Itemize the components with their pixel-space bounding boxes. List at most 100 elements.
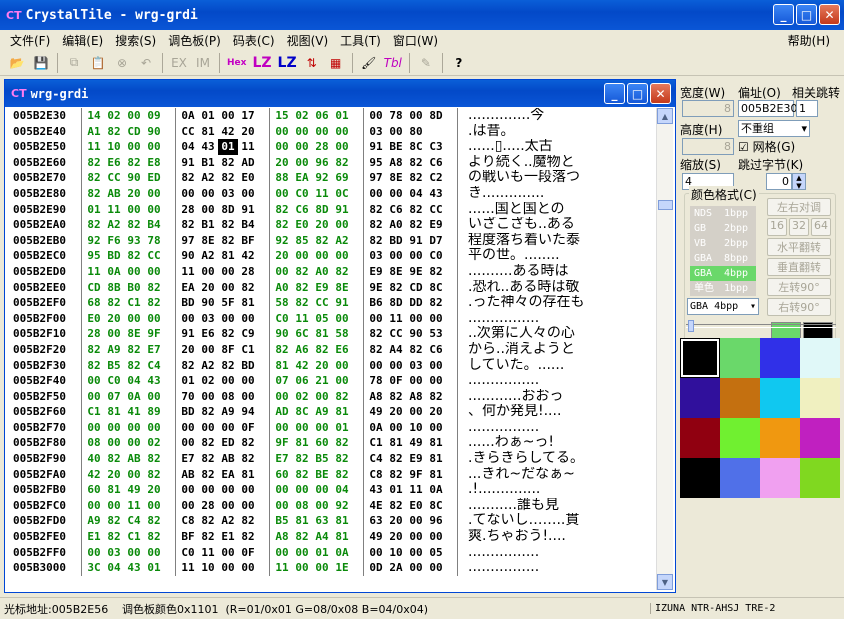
palette-swatch[interactable] <box>800 418 840 458</box>
hex-byte[interactable]: 95 <box>84 248 104 264</box>
hex-byte[interactable]: 00 <box>366 311 386 327</box>
hex-byte[interactable]: 91 <box>366 139 386 155</box>
row-text[interactable]: ......▯.....太古 <box>457 139 597 155</box>
hex-row[interactable]: 005B2FA0 42 20 00 82 AB 82 EA 81 60 82 BE 82 C8 82 9F 81… <box>7 466 657 483</box>
row-text[interactable]: ................ <box>457 419 597 436</box>
hex-byte[interactable]: 04 <box>178 139 198 155</box>
hex-byte[interactable]: 21 <box>312 373 332 389</box>
hex-byte[interactable]: 00 <box>198 342 218 358</box>
hex-byte[interactable]: 9F <box>406 467 426 483</box>
row-text[interactable]: .は昔。 <box>457 123 597 140</box>
hex-byte[interactable]: 00 <box>366 186 386 202</box>
hex-byte[interactable]: 02 <box>104 108 124 124</box>
hex-byte[interactable]: 82 <box>144 529 164 545</box>
hex-byte[interactable]: 20 <box>124 186 144 202</box>
hex-byte[interactable]: 11 <box>198 545 218 561</box>
row-text[interactable]: していた。...... <box>457 357 597 374</box>
hex-byte[interactable]: 00 <box>144 498 164 514</box>
hex-row[interactable]: 005B2EE0 CD 8B B0 82 EA 20 00 82 A0 82 E9 8E 9E 82 CD 8C… <box>7 279 657 296</box>
sort-icon[interactable]: ⇅ <box>301 52 323 74</box>
row-text[interactable]: ......わぁ~っ! <box>457 435 597 452</box>
hex-byte[interactable]: B5 <box>272 513 292 529</box>
hex-byte[interactable]: 8B <box>104 280 124 296</box>
hex-byte[interactable]: 49 <box>406 435 426 451</box>
hex-byte[interactable]: 00 <box>406 108 426 124</box>
row-text[interactable]: ...きれ~だなぁ~ <box>457 466 597 483</box>
hex-byte[interactable]: ED <box>218 435 238 451</box>
hex-byte[interactable]: 00 <box>144 311 164 327</box>
hex-row[interactable]: 005B2E80 82 AB 20 00 00 00 03 00 00 C0 11 0C 00 00 04 43… <box>7 185 657 202</box>
hex-byte[interactable]: 82 <box>198 529 218 545</box>
hex-byte[interactable]: C3 <box>426 139 446 155</box>
scroll-thumb[interactable] <box>658 200 673 210</box>
hex-byte[interactable]: 8F <box>218 342 238 358</box>
hex-byte[interactable]: 00 <box>84 373 104 389</box>
hex-byte[interactable]: A2 <box>198 170 218 186</box>
hex-byte[interactable]: A2 <box>218 513 238 529</box>
hex-byte[interactable]: 20 <box>144 482 164 498</box>
hex-byte[interactable]: 04 <box>332 482 352 498</box>
hex-byte[interactable]: 91 <box>332 295 352 311</box>
hex-byte[interactable]: 00 <box>218 373 238 389</box>
hex-byte[interactable]: A8 <box>386 155 406 171</box>
hex-byte[interactable]: 00 <box>366 108 386 124</box>
hex-byte[interactable]: 15 <box>272 108 292 124</box>
hex-byte[interactable]: AB <box>178 467 198 483</box>
palette-swatch[interactable] <box>680 458 720 498</box>
hex-byte[interactable]: A1 <box>84 124 104 140</box>
hex-byte[interactable]: 91 <box>178 326 198 342</box>
hex-byte[interactable]: BE <box>386 139 406 155</box>
hex-byte[interactable]: 82 <box>332 467 352 483</box>
hex-byte[interactable]: 91 <box>406 233 426 249</box>
hex-byte[interactable]: 60 <box>84 482 104 498</box>
hex-byte[interactable]: 00 <box>292 139 312 155</box>
hex-row[interactable]: 005B2EF0 68 82 C1 82 BD 90 5F 81 58 82 CC 91 B6 8D DD 82… <box>7 295 657 311</box>
hex-byte[interactable]: 81 <box>238 467 258 483</box>
hex-byte[interactable]: 00 <box>84 545 104 561</box>
format-item[interactable]: 单色 1bpp <box>690 281 756 296</box>
hex-byte[interactable]: 00 <box>218 311 238 327</box>
hex-byte[interactable]: 00 <box>178 420 198 436</box>
hex-byte[interactable]: 91 <box>178 155 198 171</box>
hex-byte[interactable]: 01 <box>332 108 352 124</box>
hex-byte[interactable]: B4 <box>238 217 258 233</box>
hex-byte[interactable]: 02 <box>292 389 312 405</box>
hex-byte[interactable]: 82 <box>386 389 406 405</box>
hex-byte[interactable]: 00 <box>238 560 258 576</box>
hex-byte[interactable]: 78 <box>386 108 406 124</box>
palette-slider-track[interactable] <box>686 324 836 328</box>
hex-byte[interactable]: C6 <box>426 155 446 171</box>
export-button[interactable]: EX <box>168 52 190 74</box>
hex-byte[interactable]: 20 <box>272 248 292 264</box>
palette-swatch[interactable] <box>680 418 720 458</box>
hex-byte[interactable]: 8D <box>312 202 332 218</box>
hex-byte[interactable]: B1 <box>198 155 218 171</box>
hex-byte[interactable]: C1 <box>238 342 258 358</box>
hex-byte[interactable]: 00 <box>292 482 312 498</box>
hex-byte[interactable]: 00 <box>104 435 124 451</box>
hex-row[interactable]: 005B2F90 40 82 AB 82 E7 82 AB 82 E7 82 B5 82 C4 82 E9 81… <box>7 451 657 467</box>
hex-byte[interactable]: 90 <box>144 124 164 140</box>
hex-byte[interactable]: E9 <box>312 280 332 296</box>
hex-byte[interactable]: 82 <box>84 358 104 374</box>
hex-byte[interactable]: 82 <box>104 295 124 311</box>
row-text[interactable]: いざこざも..ある <box>457 217 597 233</box>
hex-byte[interactable]: E0 <box>238 170 258 186</box>
close-button[interactable]: ✕ <box>819 4 840 25</box>
hex-byte[interactable]: 00 <box>292 420 312 436</box>
hex-byte[interactable]: EA <box>178 280 198 296</box>
hex-byte[interactable]: 00 <box>292 155 312 171</box>
hex-byte[interactable]: 6C <box>292 326 312 342</box>
hex-byte[interactable]: CC <box>386 326 406 342</box>
hex-byte[interactable]: 69 <box>332 170 352 186</box>
hex-row[interactable]: 005B2E30 14 02 00 09 0A 01 00 17 15 02 06 01 00 78 00 8D… <box>7 108 657 124</box>
hex-byte[interactable]: 82 <box>386 467 406 483</box>
hex-byte[interactable]: 82 <box>292 264 312 280</box>
hex-byte[interactable]: 70 <box>178 389 198 405</box>
hex-byte[interactable]: 82 <box>178 217 198 233</box>
hex-byte[interactable]: 03 <box>104 545 124 561</box>
hex-byte[interactable]: 00 <box>312 560 332 576</box>
hex-byte[interactable]: 82 <box>144 451 164 467</box>
hex-byte[interactable]: ED <box>144 170 164 186</box>
hex-byte[interactable]: 82 <box>332 264 352 280</box>
